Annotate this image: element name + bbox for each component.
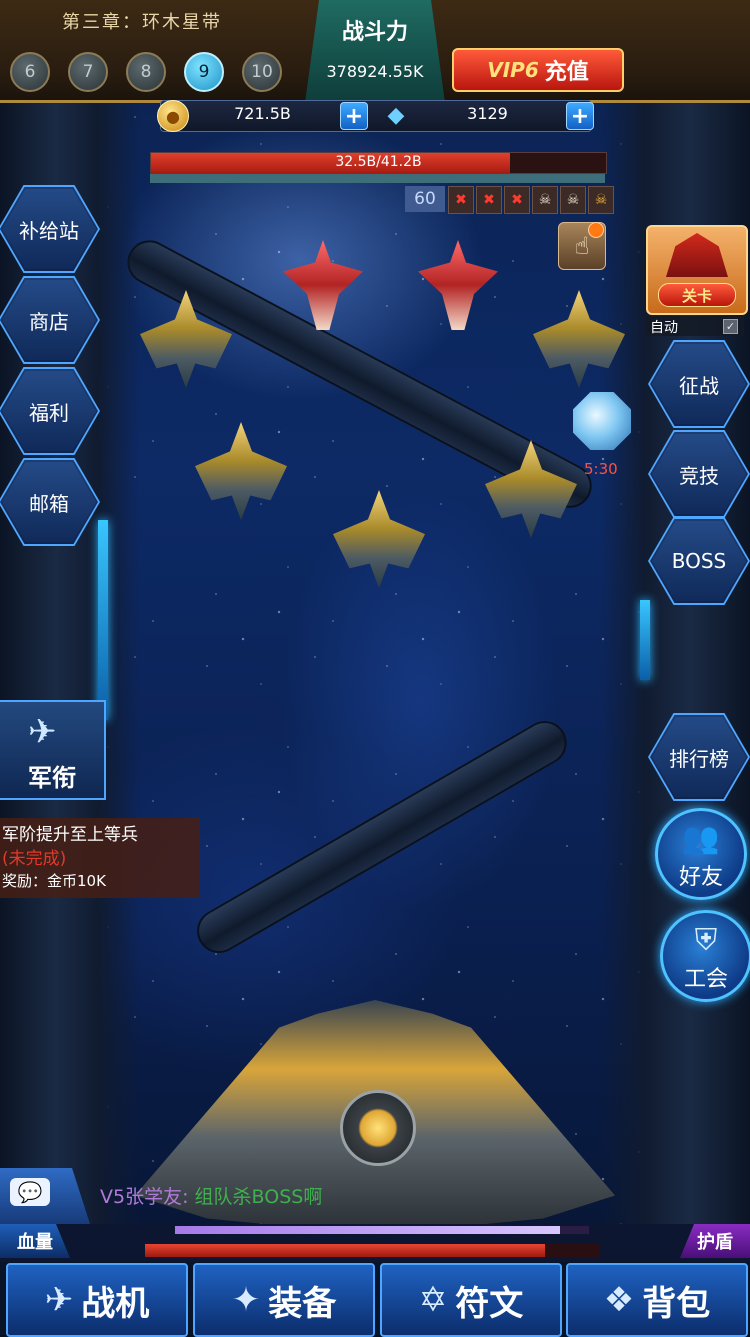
box-icon: ❖ <box>603 1280 635 1320</box>
chat-text: 组队杀BOSS啊 <box>194 1186 323 1208</box>
boss-label: BOSS <box>671 549 727 573</box>
runes-tab-label: 符文 <box>455 1283 524 1324</box>
combat-power-title: 战斗力 <box>341 20 408 45</box>
shop-label: 商店 <box>29 309 69 334</box>
diamond-icon: ◆ <box>387 102 405 128</box>
guild-label: 工会 <box>683 967 728 992</box>
boss-hp-text: 32.5B/41.2B <box>335 154 422 170</box>
gem-amount: 3129 <box>467 104 508 123</box>
player-hp-fill <box>145 1244 546 1257</box>
stage-label: 关卡 <box>658 283 736 307</box>
task-reward: 奖励：金币10K <box>2 872 106 890</box>
crystal-timer: 5:30 <box>584 460 618 478</box>
equipment-tab-label: 装备 <box>268 1283 337 1324</box>
friends-button[interactable]: 👥 好友 <box>655 808 747 900</box>
player-shield-bar <box>175 1226 589 1234</box>
supply-station-label: 补给站 <box>19 218 79 243</box>
rank-task-panel[interactable]: 军阶提升至上等兵 (未完成) 奖励：金币10K <box>0 818 200 898</box>
gold-coin-icon: ● <box>157 100 189 132</box>
fighter-jet-icon: ✈ <box>44 1280 74 1320</box>
player-hp-bar <box>145 1244 600 1257</box>
combat-power-panel: 战斗力 378924.55K <box>305 0 445 103</box>
rank-wings-icon: ✈ <box>28 712 57 752</box>
wings-emblem-icon: ✦ <box>231 1280 261 1320</box>
star-of-david-icon: ✡ <box>418 1280 448 1320</box>
gold-amount: 721.5B <box>234 104 291 123</box>
military-rank-button[interactable]: ✈ 军衔 <box>0 700 106 800</box>
level-button-9[interactable]: 9 <box>184 52 224 92</box>
player-ship-core <box>340 1090 416 1166</box>
fighter-tab-label: 战机 <box>81 1283 150 1324</box>
backpack-tab[interactable]: ❖ 背包 <box>566 1263 748 1337</box>
equipment-tab[interactable]: ✦ 装备 <box>193 1263 375 1337</box>
leaderboard-label: 排行榜 <box>669 746 729 771</box>
guild-button[interactable]: ⛨ 工会 <box>660 910 750 1002</box>
hand-pointer-icon: ☝ <box>574 232 590 260</box>
runes-tab[interactable]: ✡ 符文 <box>380 1263 562 1337</box>
defeated-wave-icon: ✖ <box>448 186 474 214</box>
chat-bubble-icon[interactable]: 💬 <box>10 1178 50 1206</box>
level-button-10[interactable]: 10 <box>242 52 282 92</box>
glow-tube <box>640 600 650 680</box>
glow-tube <box>98 520 108 720</box>
friends-label: 好友 <box>678 865 723 890</box>
defeated-wave-icon: ✖ <box>476 186 502 214</box>
recharge-label: 充值 <box>544 60 589 85</box>
boss-hp-bar: 32.5B/41.2B <box>150 152 607 174</box>
chat-sender: V5张学友: <box>100 1186 189 1208</box>
mailbox-label: 邮箱 <box>29 491 69 516</box>
chat-message[interactable]: V5张学友: 组队杀BOSS啊 <box>100 1182 322 1209</box>
arena-label: 竞技 <box>679 463 719 488</box>
player-shield-fill <box>175 1226 561 1234</box>
fighter-tab[interactable]: ✈ 战机 <box>6 1263 188 1337</box>
pagoda-icon <box>666 233 728 277</box>
combat-power-value: 378924.55K <box>326 62 424 81</box>
military-rank-label: 军衔 <box>28 764 76 792</box>
skull-wave-icon: ☠ <box>532 186 558 214</box>
level-button-6[interactable]: 6 <box>10 52 50 92</box>
auto-checkbox[interactable]: ✓ <box>723 319 738 334</box>
add-gems-button[interactable]: + <box>566 102 594 130</box>
add-gold-button[interactable]: + <box>340 102 368 130</box>
crystal-reward-icon[interactable] <box>573 392 631 450</box>
vip-recharge-button[interactable]: VIP6 充值 <box>452 48 624 92</box>
top-header: 第三章：环木星带 6 7 8 9 10 战斗力 378924.55K VIP6 … <box>0 0 750 103</box>
boss-shield-bar <box>150 174 605 183</box>
guild-icon: ⛨ <box>694 923 718 958</box>
stage-button[interactable]: 关卡 <box>646 225 748 315</box>
auto-label: 自动 <box>650 320 678 336</box>
boss-skull-icon: ☠ <box>588 186 614 214</box>
chapter-title: 第三章：环木星带 <box>62 12 222 33</box>
notification-dot <box>588 222 604 238</box>
backpack-tab-label: 背包 <box>642 1283 711 1324</box>
vip-level-tag: VIP6 <box>487 58 539 82</box>
level-selector: 6 7 8 9 10 <box>10 52 282 92</box>
campaign-label: 征战 <box>679 373 719 398</box>
friends-icon: 👥 <box>682 821 720 856</box>
wave-progress-icons: ✖ ✖ ✖ ☠ ☠ ☠ <box>448 186 614 214</box>
task-status: (未完成) <box>2 849 67 869</box>
skull-wave-icon: ☠ <box>560 186 586 214</box>
welfare-label: 福利 <box>29 400 69 425</box>
task-title: 军阶提升至上等兵 <box>2 825 138 845</box>
auto-toggle[interactable]: 自动 ✓ <box>646 316 744 336</box>
wave-count: 60 <box>405 186 445 212</box>
level-button-7[interactable]: 7 <box>68 52 108 92</box>
level-button-8[interactable]: 8 <box>126 52 166 92</box>
defeated-wave-icon: ✖ <box>504 186 530 214</box>
